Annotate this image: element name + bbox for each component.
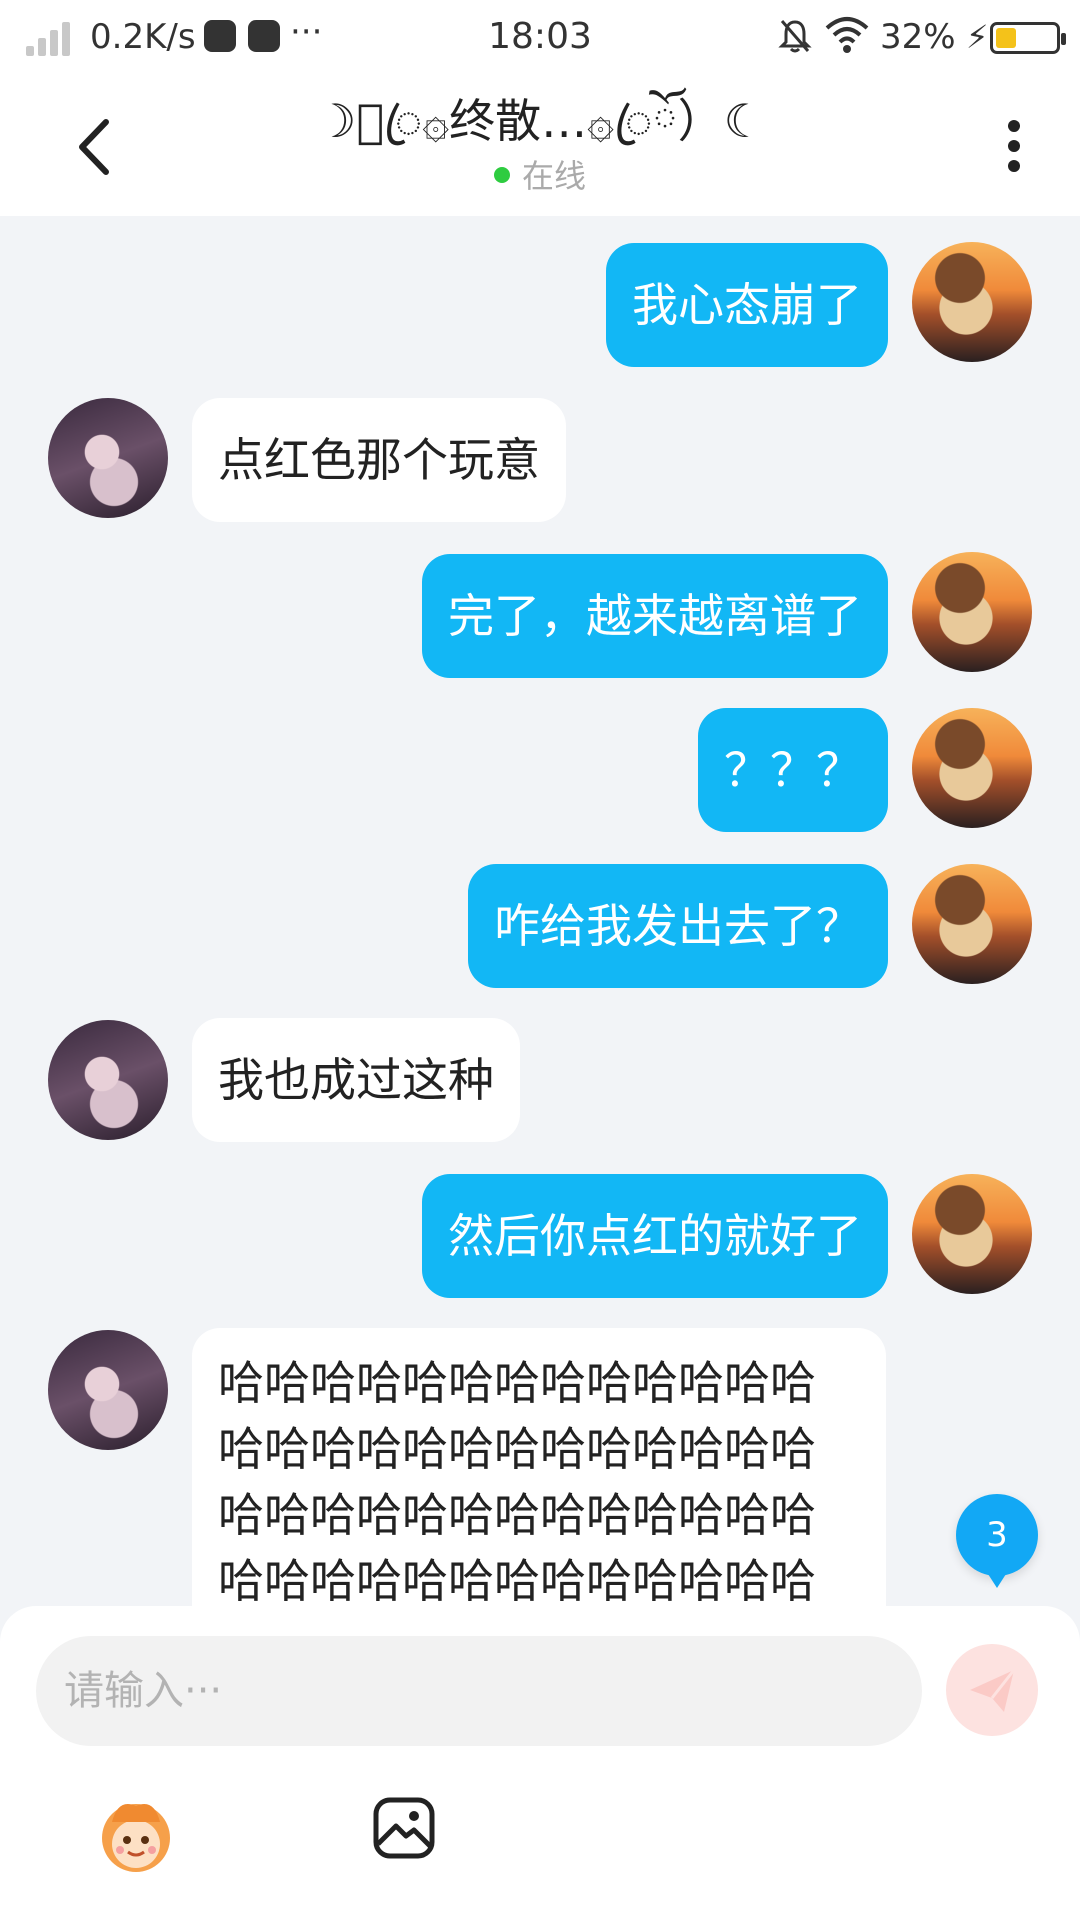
- composer: [0, 1606, 1080, 1920]
- emoji-icon[interactable]: [94, 1792, 178, 1876]
- online-dot-icon: [493, 167, 510, 183]
- unread-count-badge[interactable]: 3: [956, 1494, 1038, 1588]
- send-icon: [970, 1669, 1016, 1712]
- message-bubble-sent[interactable]: 咋给我发出去了？: [468, 864, 888, 988]
- more-vertical-icon[interactable]: [996, 116, 1032, 176]
- message-bubble-received[interactable]: 哈哈哈哈哈哈哈哈哈哈哈哈哈哈哈哈哈哈哈哈哈哈哈哈哈哈哈哈哈哈哈哈哈哈哈哈哈哈哈哈…: [192, 1328, 886, 1606]
- my-avatar[interactable]: [912, 552, 1032, 672]
- battery-percentage: 32%: [880, 17, 956, 57]
- my-avatar[interactable]: [912, 864, 1032, 984]
- chat-header: ☽ོꦿ۞终散…۞ꦿོ）☾ 在线: [0, 76, 1080, 216]
- online-status: 在线: [0, 154, 1080, 198]
- contact-avatar[interactable]: [48, 398, 168, 518]
- message-bubble-received[interactable]: 点红色那个玩意: [192, 398, 566, 522]
- message-bubble-sent[interactable]: 我心态崩了: [606, 243, 888, 367]
- wifi-icon: [825, 17, 869, 53]
- battery-icon: [990, 22, 1066, 54]
- status-bar: 0.2K/s ··· 18:03 32% ⚡: [0, 0, 1080, 76]
- message-list[interactable]: 我心态崩了 点红色那个玩意 完了，越来越离谱了 ？？？ 咋给我发出去了？ 我也成…: [0, 216, 1080, 1606]
- send-button[interactable]: [946, 1644, 1038, 1736]
- message-bubble-sent[interactable]: 然后你点红的就好了: [422, 1174, 888, 1298]
- contact-name[interactable]: ☽ོꦿ۞终散…۞ꦿོ）☾: [0, 86, 1080, 156]
- contact-avatar[interactable]: [48, 1020, 168, 1140]
- my-avatar[interactable]: [912, 242, 1032, 362]
- message-input[interactable]: [36, 1636, 922, 1746]
- online-status-text: 在线: [521, 157, 586, 195]
- my-avatar[interactable]: [912, 1174, 1032, 1294]
- message-bubble-sent[interactable]: ？？？: [698, 708, 888, 832]
- message-bubble-received[interactable]: 我也成过这种: [192, 1018, 520, 1142]
- my-avatar[interactable]: [912, 708, 1032, 828]
- message-bubble-sent[interactable]: 完了，越来越离谱了: [422, 554, 888, 678]
- charging-icon: ⚡: [966, 18, 989, 56]
- image-icon[interactable]: [372, 1796, 436, 1860]
- mute-bell-icon: [778, 20, 812, 53]
- contact-avatar[interactable]: [48, 1330, 168, 1450]
